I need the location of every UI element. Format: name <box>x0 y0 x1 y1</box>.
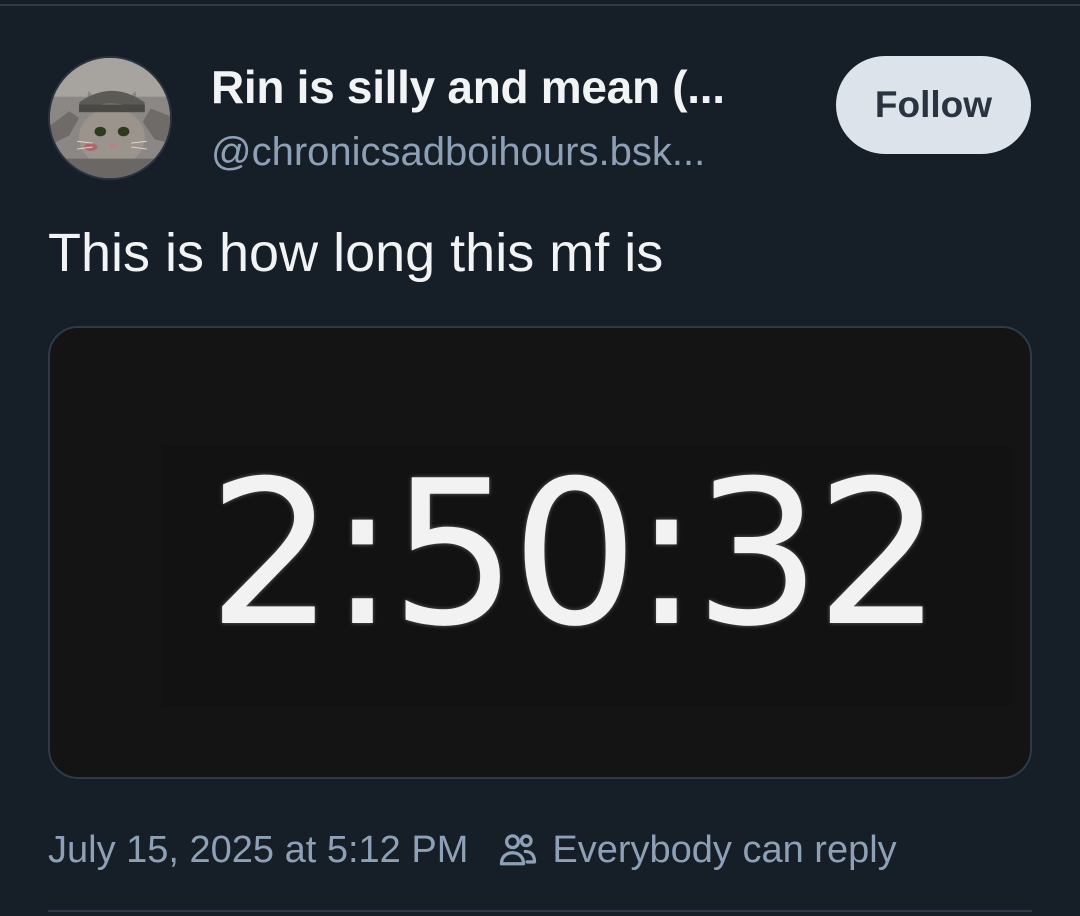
bottom-divider <box>48 910 1032 912</box>
avatar[interactable] <box>48 56 172 180</box>
post-timestamp[interactable]: July 15, 2025 at 5:12 PM <box>48 829 468 872</box>
people-icon <box>496 828 540 872</box>
reply-setting[interactable]: Everybody can reply <box>552 829 896 872</box>
post-meta: July 15, 2025 at 5:12 PM Everybody can r… <box>48 828 897 872</box>
author-handle[interactable]: @chronicsadboihours.bsk... <box>211 130 705 175</box>
timer-readout: 2:50:32 <box>207 438 943 671</box>
cat-avatar-image <box>50 58 170 178</box>
top-divider <box>0 4 1080 6</box>
author-display-name[interactable]: Rin is silly and mean (... <box>211 60 725 114</box>
post-text: This is how long this mf is <box>48 223 664 283</box>
follow-button[interactable]: Follow <box>836 56 1031 154</box>
post-image[interactable]: 2:50:32 <box>48 326 1032 779</box>
